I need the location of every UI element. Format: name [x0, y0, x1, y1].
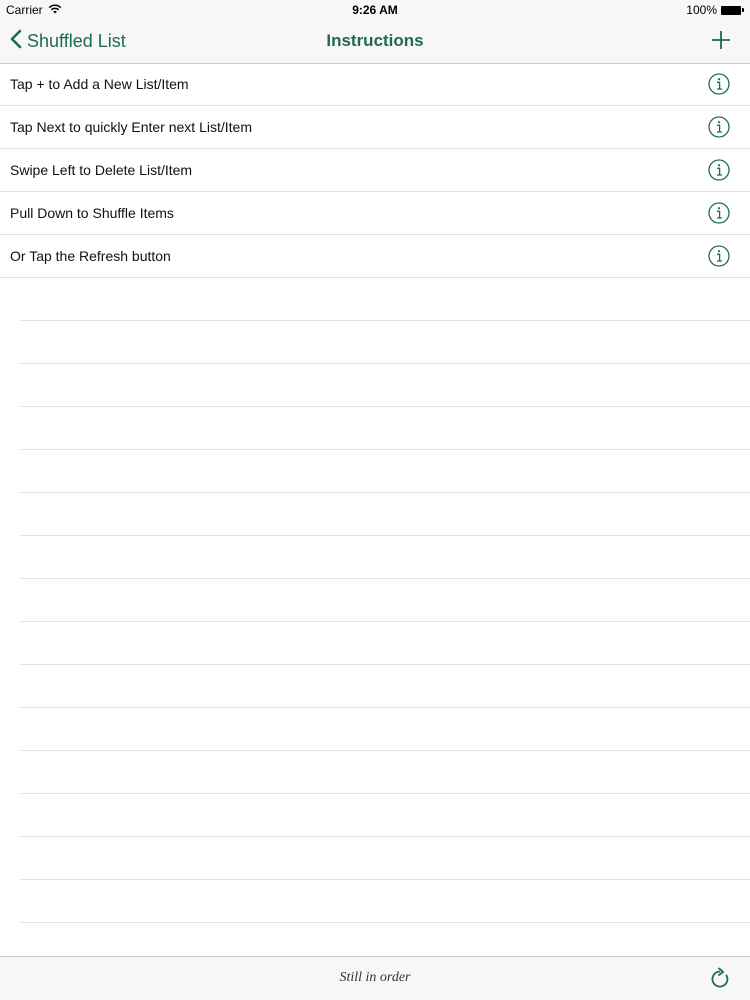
shuffle-status: Still in order	[339, 970, 411, 985]
info-button[interactable]	[708, 116, 730, 138]
list-item[interactable]: Pull Down to Shuffle Items	[0, 192, 750, 235]
empty-row	[20, 708, 750, 751]
info-button[interactable]	[708, 73, 730, 95]
list-item-label: Or Tap the Refresh button	[10, 248, 171, 264]
battery-percent: 100%	[686, 3, 717, 17]
status-bar: Carrier 9:26 AM 100%	[0, 0, 750, 20]
empty-row	[20, 880, 750, 923]
add-button[interactable]	[710, 29, 732, 51]
list-item[interactable]: Swipe Left to Delete List/Item	[0, 149, 750, 192]
empty-row	[20, 794, 750, 837]
screen: Carrier 9:26 AM 100% Shuffled List Instr…	[0, 0, 750, 1000]
empty-row	[20, 665, 750, 708]
refresh-button[interactable]	[708, 967, 732, 991]
nav-bar: Shuffled List Instructions	[0, 20, 750, 64]
empty-row	[20, 751, 750, 794]
list-item-label: Tap + to Add a New List/Item	[10, 76, 189, 92]
empty-row	[20, 278, 750, 321]
empty-row	[20, 622, 750, 665]
list-item[interactable]: Tap Next to quickly Enter next List/Item	[0, 106, 750, 149]
empty-row	[20, 450, 750, 493]
empty-row	[20, 407, 750, 450]
empty-row	[20, 536, 750, 579]
info-icon	[708, 159, 730, 185]
refresh-icon	[708, 967, 732, 995]
list-item-label: Pull Down to Shuffle Items	[10, 205, 174, 221]
back-button[interactable]: Shuffled List	[10, 29, 126, 54]
info-button[interactable]	[708, 202, 730, 224]
empty-row	[20, 321, 750, 364]
info-icon	[708, 245, 730, 271]
list-item[interactable]: Tap + to Add a New List/Item	[0, 63, 750, 106]
info-button[interactable]	[708, 245, 730, 267]
info-button[interactable]	[708, 159, 730, 181]
empty-row	[20, 837, 750, 880]
battery-icon	[721, 5, 744, 15]
instructions-list: Tap + to Add a New List/Item Tap Next to…	[0, 63, 750, 966]
list-item-label: Tap Next to quickly Enter next List/Item	[10, 119, 252, 135]
empty-row	[20, 364, 750, 407]
plus-icon	[710, 31, 732, 55]
info-icon	[708, 202, 730, 228]
status-right: 100%	[686, 3, 744, 17]
chevron-left-icon	[10, 29, 27, 54]
list-item[interactable]: Or Tap the Refresh button	[0, 235, 750, 278]
bottom-toolbar: Still in order	[0, 956, 750, 1000]
info-icon	[708, 116, 730, 142]
info-icon	[708, 73, 730, 99]
list-item-label: Swipe Left to Delete List/Item	[10, 162, 193, 178]
empty-row	[20, 493, 750, 536]
empty-row	[20, 579, 750, 622]
status-time: 9:26 AM	[352, 3, 398, 17]
back-button-label: Shuffled List	[27, 31, 126, 51]
